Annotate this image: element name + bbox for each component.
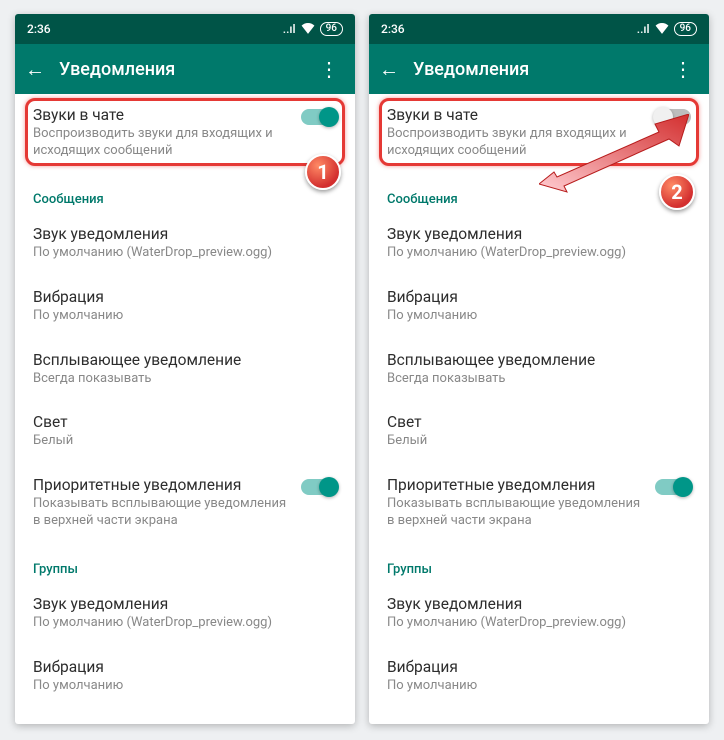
status-right: ..ıl 96 <box>637 22 697 37</box>
group-vibration-row[interactable]: Вибрация По умолчанию <box>369 646 709 709</box>
more-icon[interactable]: ⋮ <box>667 57 699 81</box>
appbar: ← Уведомления ⋮ <box>369 44 709 94</box>
step1-badge: 1 <box>305 154 341 190</box>
notif-sound-row[interactable]: Звук уведомления По умолчанию (WaterDrop… <box>15 213 355 276</box>
light-row[interactable]: Свет Белый <box>15 401 355 464</box>
priority-toggle[interactable] <box>301 479 337 495</box>
group-vibration-row[interactable]: Вибрация По умолчанию <box>15 646 355 709</box>
phone-right: 2:36 ..ıl 96 ← Уведомления ⋮ Звуки в чат… <box>369 14 709 724</box>
vibration-row[interactable]: Вибрация По умолчанию <box>369 276 709 339</box>
statusbar: 2:36 ..ıl 96 <box>369 14 709 44</box>
group-notif-sound-row[interactable]: Звук уведомления По умолчанию (WaterDrop… <box>15 583 355 646</box>
notif-sound-row[interactable]: Звук уведомления По умолчанию (WaterDrop… <box>369 213 709 276</box>
vibration-row[interactable]: Вибрация По умолчанию <box>15 276 355 339</box>
wifi-icon <box>301 22 315 37</box>
light-row[interactable]: Свет Белый <box>369 401 709 464</box>
signal-icon: ..ıl <box>283 22 296 36</box>
content: Звуки в чате Воспроизводить звуки для вх… <box>369 94 709 709</box>
content: Звуки в чате Воспроизводить звуки для вх… <box>15 94 355 709</box>
chat-sounds-row[interactable]: Звуки в чате Воспроизводить звуки для вх… <box>369 94 709 174</box>
chat-sounds-title: Звуки в чате <box>33 106 293 124</box>
status-time: 2:36 <box>381 22 405 36</box>
signal-icon: ..ıl <box>637 22 650 36</box>
group-notif-sound-row[interactable]: Звук уведомления По умолчанию (WaterDrop… <box>369 583 709 646</box>
popup-row[interactable]: Всплывающее уведомление Всегда показыват… <box>15 339 355 402</box>
more-icon[interactable]: ⋮ <box>313 57 345 81</box>
priority-row[interactable]: Приоритетные уведомления Показывать вспл… <box>369 464 709 544</box>
appbar-title: Уведомления <box>59 59 313 80</box>
step2-badge: 2 <box>659 174 695 210</box>
priority-toggle[interactable] <box>655 479 691 495</box>
battery-pill: 96 <box>320 22 343 36</box>
chat-sounds-subtitle: Воспроизводить звуки для входящих и исхо… <box>33 126 293 160</box>
back-icon[interactable]: ← <box>25 57 59 82</box>
statusbar: 2:36 ..ıl 96 <box>15 14 355 44</box>
popup-row[interactable]: Всплывающее уведомление Всегда показыват… <box>369 339 709 402</box>
status-right: ..ıl 96 <box>283 22 343 37</box>
section-groups-label: Группы <box>369 544 709 583</box>
chat-sounds-title: Звуки в чате <box>387 106 647 124</box>
section-messages-label: Сообщения <box>369 174 709 213</box>
chat-sounds-subtitle: Воспроизводить звуки для входящих и исхо… <box>387 126 647 160</box>
chat-sounds-toggle-off[interactable] <box>655 109 691 125</box>
priority-row[interactable]: Приоритетные уведомления Показывать вспл… <box>15 464 355 544</box>
status-time: 2:36 <box>27 22 51 36</box>
battery-pill: 96 <box>674 22 697 36</box>
appbar-title: Уведомления <box>413 59 667 80</box>
chat-sounds-toggle-on[interactable] <box>301 109 337 125</box>
wifi-icon <box>655 22 669 37</box>
phone-left: 2:36 ..ıl 96 ← Уведомления ⋮ Звуки в чат… <box>15 14 355 724</box>
section-messages-label: Сообщения <box>15 174 355 213</box>
chat-sounds-row[interactable]: Звуки в чате Воспроизводить звуки для вх… <box>15 94 355 174</box>
appbar: ← Уведомления ⋮ <box>15 44 355 94</box>
section-groups-label: Группы <box>15 544 355 583</box>
back-icon[interactable]: ← <box>379 57 413 82</box>
